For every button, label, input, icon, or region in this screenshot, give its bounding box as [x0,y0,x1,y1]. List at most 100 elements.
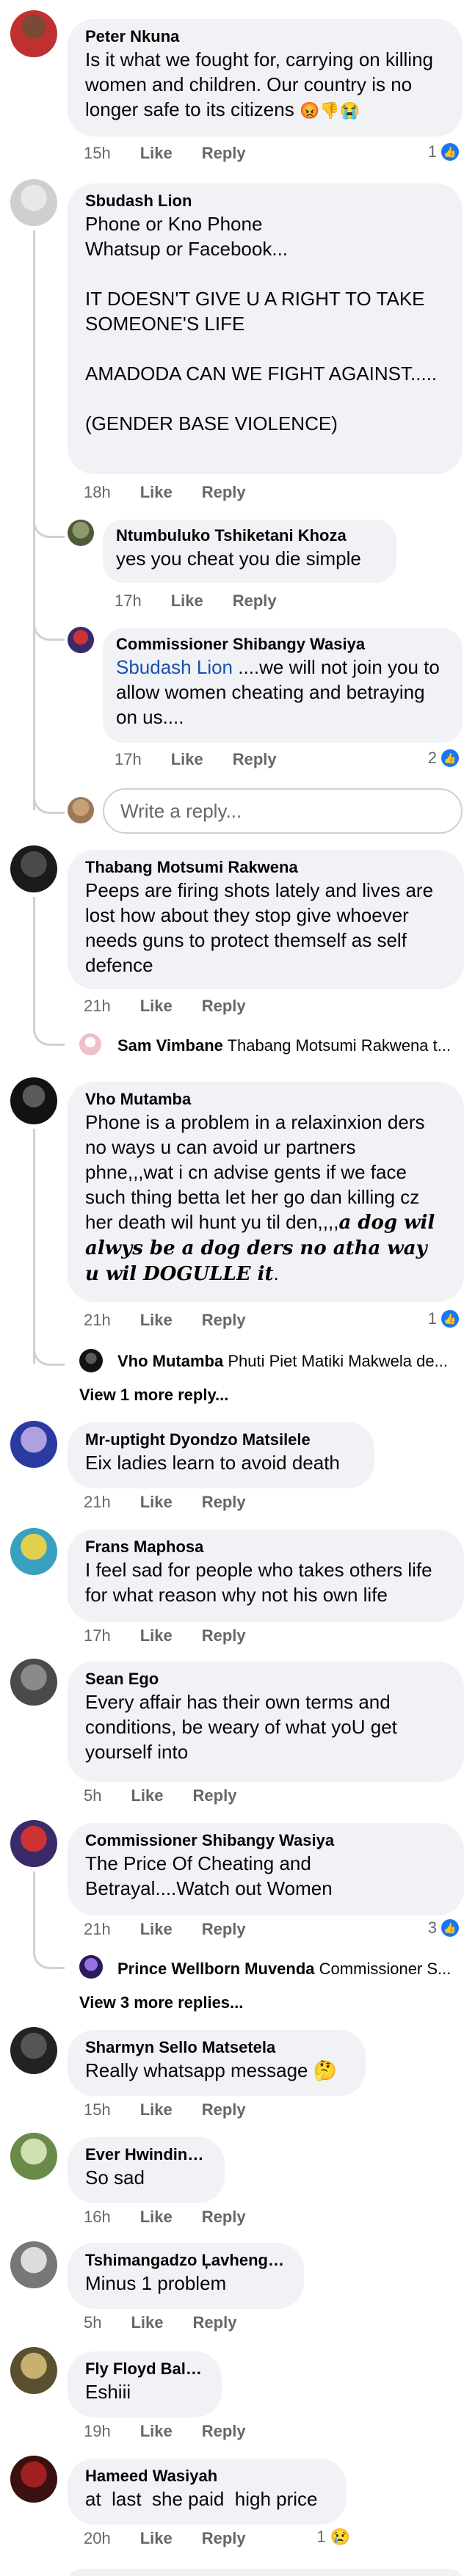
comment-author[interactable]: Ntumbuluko Tshiketani Khoza [116,525,383,546]
reaction-count[interactable]: 1 👍 [428,142,459,161]
like-button[interactable]: Like [131,2313,163,2332]
comment-author[interactable]: Ever Hwindingwi [85,2144,207,2165]
like-button[interactable]: Like [171,750,203,769]
reply-button[interactable]: Reply [202,1493,246,1512]
timestamp[interactable]: 15h [84,2100,111,2120]
reply-button[interactable]: Reply [202,997,246,1016]
avatar[interactable] [10,2456,57,2503]
like-button[interactable]: Like [140,1493,173,1512]
timestamp[interactable]: 20h [84,2529,111,2548]
thread-line [33,1129,35,1364]
timestamp[interactable]: 15h [84,144,111,163]
avatar[interactable] [79,1349,103,1372]
like-button[interactable]: Like [140,1920,173,1939]
reply-button[interactable]: Reply [202,1920,246,1939]
comment-author[interactable]: Sbudash Lion [85,191,445,211]
like-button[interactable]: Like [140,1311,173,1330]
avatar[interactable] [10,1528,57,1575]
avatar[interactable] [79,1033,101,1055]
timestamp[interactable]: 17h [115,750,142,769]
like-button[interactable]: Like [140,997,173,1016]
avatar[interactable] [10,1077,57,1124]
reply-button[interactable]: Reply [233,750,277,769]
mention-link[interactable]: Sbudash Lion [116,656,233,678]
avatar[interactable] [10,1820,57,1867]
reaction-count[interactable]: 3 👍 [428,1918,459,1938]
reply-author[interactable]: Sam Vimbane [117,1036,223,1055]
reply-button[interactable]: Reply [202,483,246,502]
timestamp[interactable]: 16h [84,2208,111,2227]
avatar[interactable] [10,1659,57,1706]
reaction-count[interactable]: 1 😢 [316,2528,350,2547]
reply-button[interactable]: Reply [202,2529,246,2548]
like-button[interactable]: Like [140,483,173,502]
comment-author[interactable]: Tshimangadzo Ļavhengwa [85,2250,286,2271]
comment-author[interactable]: Thabang Motsumi Rakwena [85,857,446,878]
avatar[interactable] [10,845,57,892]
comment-author[interactable]: Sean Ego [85,1669,446,1689]
write-reply-input[interactable]: Write a reply... [103,788,463,834]
timestamp[interactable]: 5h [84,1786,101,1805]
avatar[interactable] [10,2133,57,2180]
like-button[interactable]: Like [140,2529,173,2548]
avatar[interactable] [68,627,94,653]
reply-button[interactable]: Reply [202,1311,246,1330]
timestamp[interactable]: 17h [115,592,142,611]
reply-button[interactable]: Reply [193,1786,237,1805]
avatar[interactable] [10,179,57,226]
like-button[interactable]: Like [140,1626,173,1645]
like-button[interactable]: Like [140,2208,173,2227]
reply-button[interactable]: Reply [202,144,246,163]
reply-author[interactable]: Prince Wellborn Muvenda [117,1960,315,1978]
avatar[interactable] [68,520,94,546]
comment-author[interactable]: Sharmyn Sello Matsetela [85,2037,348,2058]
avatar[interactable] [10,10,57,57]
comment-author[interactable]: Commissioner Shibangy Wasiya [116,634,449,655]
timestamp[interactable]: 21h [84,997,111,1016]
comment-author[interactable]: Vho Mutamba [85,1089,446,1110]
comment-actions: 17h Like Reply [115,592,277,611]
reply-button[interactable]: Reply [202,2100,246,2120]
avatar[interactable] [10,2241,57,2288]
reaction-count[interactable]: 1 👍 [428,1309,459,1328]
comment-author[interactable]: Frans Maphosa [85,1537,446,1557]
like-button[interactable]: Like [171,592,203,611]
comment-author[interactable]: Peter Nkuna [85,26,445,47]
collapsed-reply[interactable]: Sam Vimbane Thabang Motsumi Rakwena t... [117,1036,463,1055]
reaction-count[interactable]: 2 👍 [428,749,459,768]
comment-author[interactable]: Fly Floyd Baloyi [85,2359,204,2379]
avatar[interactable] [10,2027,57,2074]
timestamp[interactable]: 21h [84,1311,111,1330]
like-button[interactable]: Like [131,1786,163,1805]
timestamp[interactable]: 18h [84,483,111,502]
like-button[interactable]: Like [140,144,173,163]
like-button[interactable]: Like [140,2422,173,2441]
comment-author[interactable]: Mr-uptight Dyondzo Matsilele [85,1430,357,1450]
timestamp[interactable]: 21h [84,1920,111,1939]
avatar[interactable] [10,2347,57,2394]
like-button[interactable]: Like [140,2100,173,2120]
thread-connector [33,506,65,538]
reply-author[interactable]: Vho Mutamba [117,1352,223,1370]
timestamp[interactable]: 21h [84,1493,111,1512]
avatar[interactable] [79,1955,103,1979]
comment-bubble: Mr-uptight Dyondzo Matsilele Eix ladies … [68,1422,374,1488]
comment-text: Every affair has their own terms and con… [85,1691,403,1763]
collapsed-reply[interactable]: Prince Wellborn Muvenda Commissioner S..… [117,1960,463,1979]
comment-author[interactable]: Hameed Wasiyah [85,2466,329,2486]
timestamp[interactable]: 5h [84,2313,101,2332]
view-more-replies-link[interactable]: View 3 more replies... [79,1993,243,2012]
reply-button[interactable]: Reply [202,2422,246,2441]
timestamp[interactable]: 17h [84,1626,111,1645]
reply-button[interactable]: Reply [193,2313,237,2332]
collapsed-reply[interactable]: Vho Mutamba Phuti Piet Matiki Makwela de… [117,1352,463,1371]
reply-button[interactable]: Reply [233,592,277,611]
reply-button[interactable]: Reply [202,2208,246,2227]
timestamp[interactable]: 19h [84,2422,111,2441]
comment-text: Sbudash Lion ....we will not join you to… [116,656,446,728]
avatar[interactable] [10,1421,57,1468]
reply-button[interactable]: Reply [202,1626,246,1645]
view-more-replies-link[interactable]: View 1 more reply... [79,1386,228,1405]
comment-author[interactable]: Commissioner Shibangy Wasiya [85,1830,446,1851]
comment-text: Eshiii [85,2381,131,2403]
